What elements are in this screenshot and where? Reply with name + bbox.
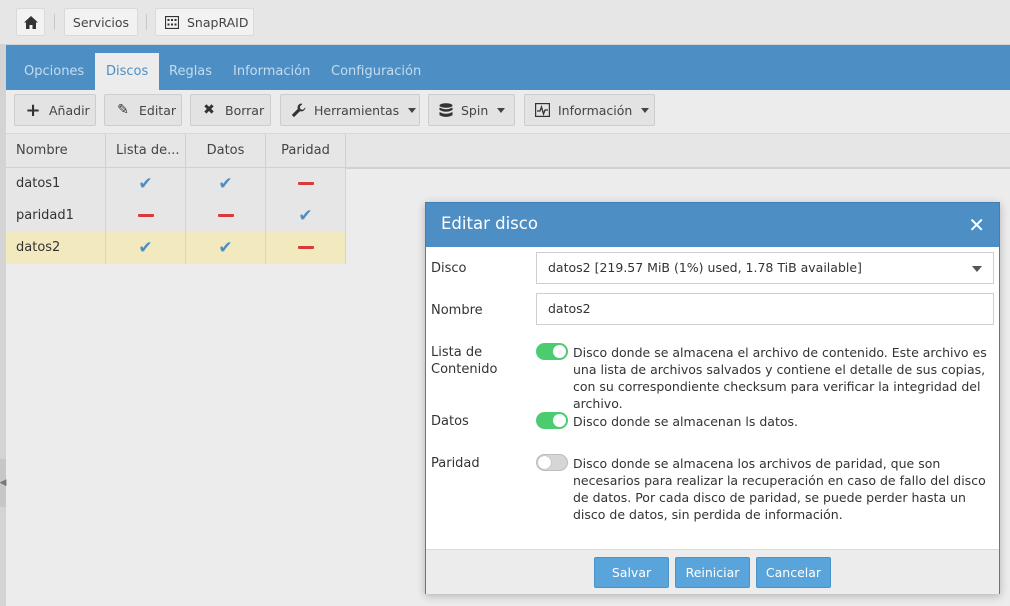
disk-name-cell: datos1 (6, 168, 106, 200)
tab-bar: Opciones Discos Reglas Información Confi… (6, 45, 1010, 90)
parity-cell (266, 232, 346, 264)
content-cell: ✔ (106, 168, 186, 200)
disk-select-value: datos2 [219.57 MiB (1%) used, 1.78 TiB a… (548, 260, 862, 275)
tools-button[interactable]: Herramientas (280, 94, 420, 126)
check-icon: ✔ (298, 206, 313, 226)
info-button-label: Información (558, 102, 633, 118)
edit-disk-dialog: Editar disco ✕ Disco datos2 [219.57 MiB … (425, 202, 1000, 594)
check-icon: ✔ (218, 238, 233, 258)
breadcrumb-item-snapraid[interactable]: SnapRAID (155, 8, 254, 36)
close-icon[interactable]: ✕ (968, 213, 985, 237)
edit-button-label: Editar (139, 102, 177, 118)
add-button[interactable]: + Añadir (14, 94, 96, 126)
cancel-button[interactable]: Cancelar (756, 557, 831, 588)
name-input-value: datos2 (548, 301, 591, 316)
minus-icon (137, 214, 154, 217)
content-description: Disco donde se almacena el archivo de co… (573, 345, 987, 411)
data-cell (186, 200, 266, 232)
minus-icon (297, 182, 314, 185)
name-input[interactable]: datos2 (536, 293, 994, 325)
plus-icon: + (25, 99, 41, 121)
parity-toggle[interactable] (536, 454, 568, 471)
minus-icon (217, 214, 234, 217)
table-row[interactable]: datos1 ✔ ✔ (6, 168, 346, 200)
chevron-left-icon: ◀ (0, 478, 7, 488)
toggle-knob (553, 345, 566, 358)
home-icon (23, 15, 38, 29)
content-label: Lista de Contenido (431, 344, 497, 378)
dialog-footer: Salvar Reiniciar Cancelar (426, 549, 999, 594)
data-cell: ✔ (186, 168, 266, 200)
parity-description: Disco donde se almacena los archivos de … (573, 456, 986, 522)
toggle-knob (538, 456, 551, 469)
breadcrumb-label: Servicios (72, 14, 130, 30)
data-toggle[interactable] (536, 412, 568, 429)
data-description: Disco donde se almacenan ls datos. (573, 414, 798, 429)
expand-sidebar-handle[interactable]: ◀ (0, 459, 6, 507)
dialog-title: Editar disco (441, 214, 538, 233)
toolbar: + Añadir ✎ Editar ✖ Borrar Herramientas … (6, 90, 1010, 132)
spin-button[interactable]: Spin (428, 94, 515, 126)
delete-button-label: Borrar (225, 102, 265, 118)
name-label: Nombre (431, 303, 483, 318)
breadcrumb: Servicios SnapRAID (0, 0, 1010, 45)
close-icon: ✖ (203, 102, 215, 118)
content-cell (106, 200, 186, 232)
disk-name-cell: datos2 (6, 232, 106, 264)
parity-label: Paridad (431, 456, 480, 471)
content-label-line1: Lista de (431, 345, 483, 360)
add-button-label: Añadir (49, 102, 90, 118)
tab-informacion[interactable]: Información (222, 53, 321, 90)
content-toggle[interactable] (536, 343, 568, 360)
info-button[interactable]: Información (524, 94, 655, 126)
disk-name-cell: paridad1 (6, 200, 106, 232)
breadcrumb-label: SnapRAID (187, 14, 249, 30)
save-button[interactable]: Salvar (594, 557, 669, 588)
chevron-down-icon (497, 107, 506, 113)
wrench-icon (291, 102, 306, 118)
breadcrumb-separator (54, 14, 55, 30)
disk-select[interactable]: datos2 [219.57 MiB (1%) used, 1.78 TiB a… (536, 252, 994, 284)
tab-discos[interactable]: Discos (95, 53, 160, 90)
minus-icon (297, 246, 314, 249)
content-cell: ✔ (106, 232, 186, 264)
tab-opciones[interactable]: Opciones (13, 53, 95, 90)
chevron-down-icon (972, 266, 982, 272)
tools-button-label: Herramientas (314, 102, 400, 118)
column-header-content[interactable]: Lista de... (106, 134, 186, 167)
pencil-icon: ✎ (117, 102, 129, 118)
spin-button-label: Spin (461, 102, 489, 118)
chevron-down-icon (641, 107, 650, 113)
parity-cell (266, 168, 346, 200)
breadcrumb-separator (146, 14, 147, 30)
table-row[interactable]: paridad1 ✔ (6, 200, 346, 232)
grid-body: datos1 ✔ ✔ paridad1 ✔ datos2 ✔ ✔ (6, 168, 346, 264)
disk-label: Disco (431, 261, 467, 276)
check-icon: ✔ (138, 238, 153, 258)
check-icon: ✔ (218, 174, 233, 194)
breadcrumb-item-servicios[interactable]: Servicios (64, 8, 138, 36)
check-icon: ✔ (138, 174, 153, 194)
chevron-down-icon (408, 107, 417, 113)
edit-button[interactable]: ✎ Editar (104, 94, 182, 126)
home-button[interactable] (16, 8, 45, 36)
tab-reglas[interactable]: Reglas (158, 53, 223, 90)
snapraid-icon (165, 15, 179, 29)
parity-cell: ✔ (266, 200, 346, 232)
content-label-line2: Contenido (431, 362, 498, 377)
table-row-selected[interactable]: datos2 ✔ ✔ (6, 232, 346, 264)
column-header-data[interactable]: Datos (186, 134, 266, 167)
tab-configuracion[interactable]: Configuración (320, 53, 432, 90)
toggle-knob (553, 414, 566, 427)
column-header-name[interactable]: Nombre (6, 134, 106, 167)
column-header-parity[interactable]: Paridad (266, 134, 346, 167)
data-label: Datos (431, 414, 469, 429)
dialog-header: Editar disco ✕ (426, 203, 999, 247)
delete-button[interactable]: ✖ Borrar (190, 94, 271, 126)
activity-chart-icon (535, 102, 550, 118)
reset-button[interactable]: Reiniciar (675, 557, 750, 588)
data-cell: ✔ (186, 232, 266, 264)
grid-header: Nombre Lista de... Datos Paridad (6, 133, 1010, 169)
database-icon (439, 102, 453, 118)
